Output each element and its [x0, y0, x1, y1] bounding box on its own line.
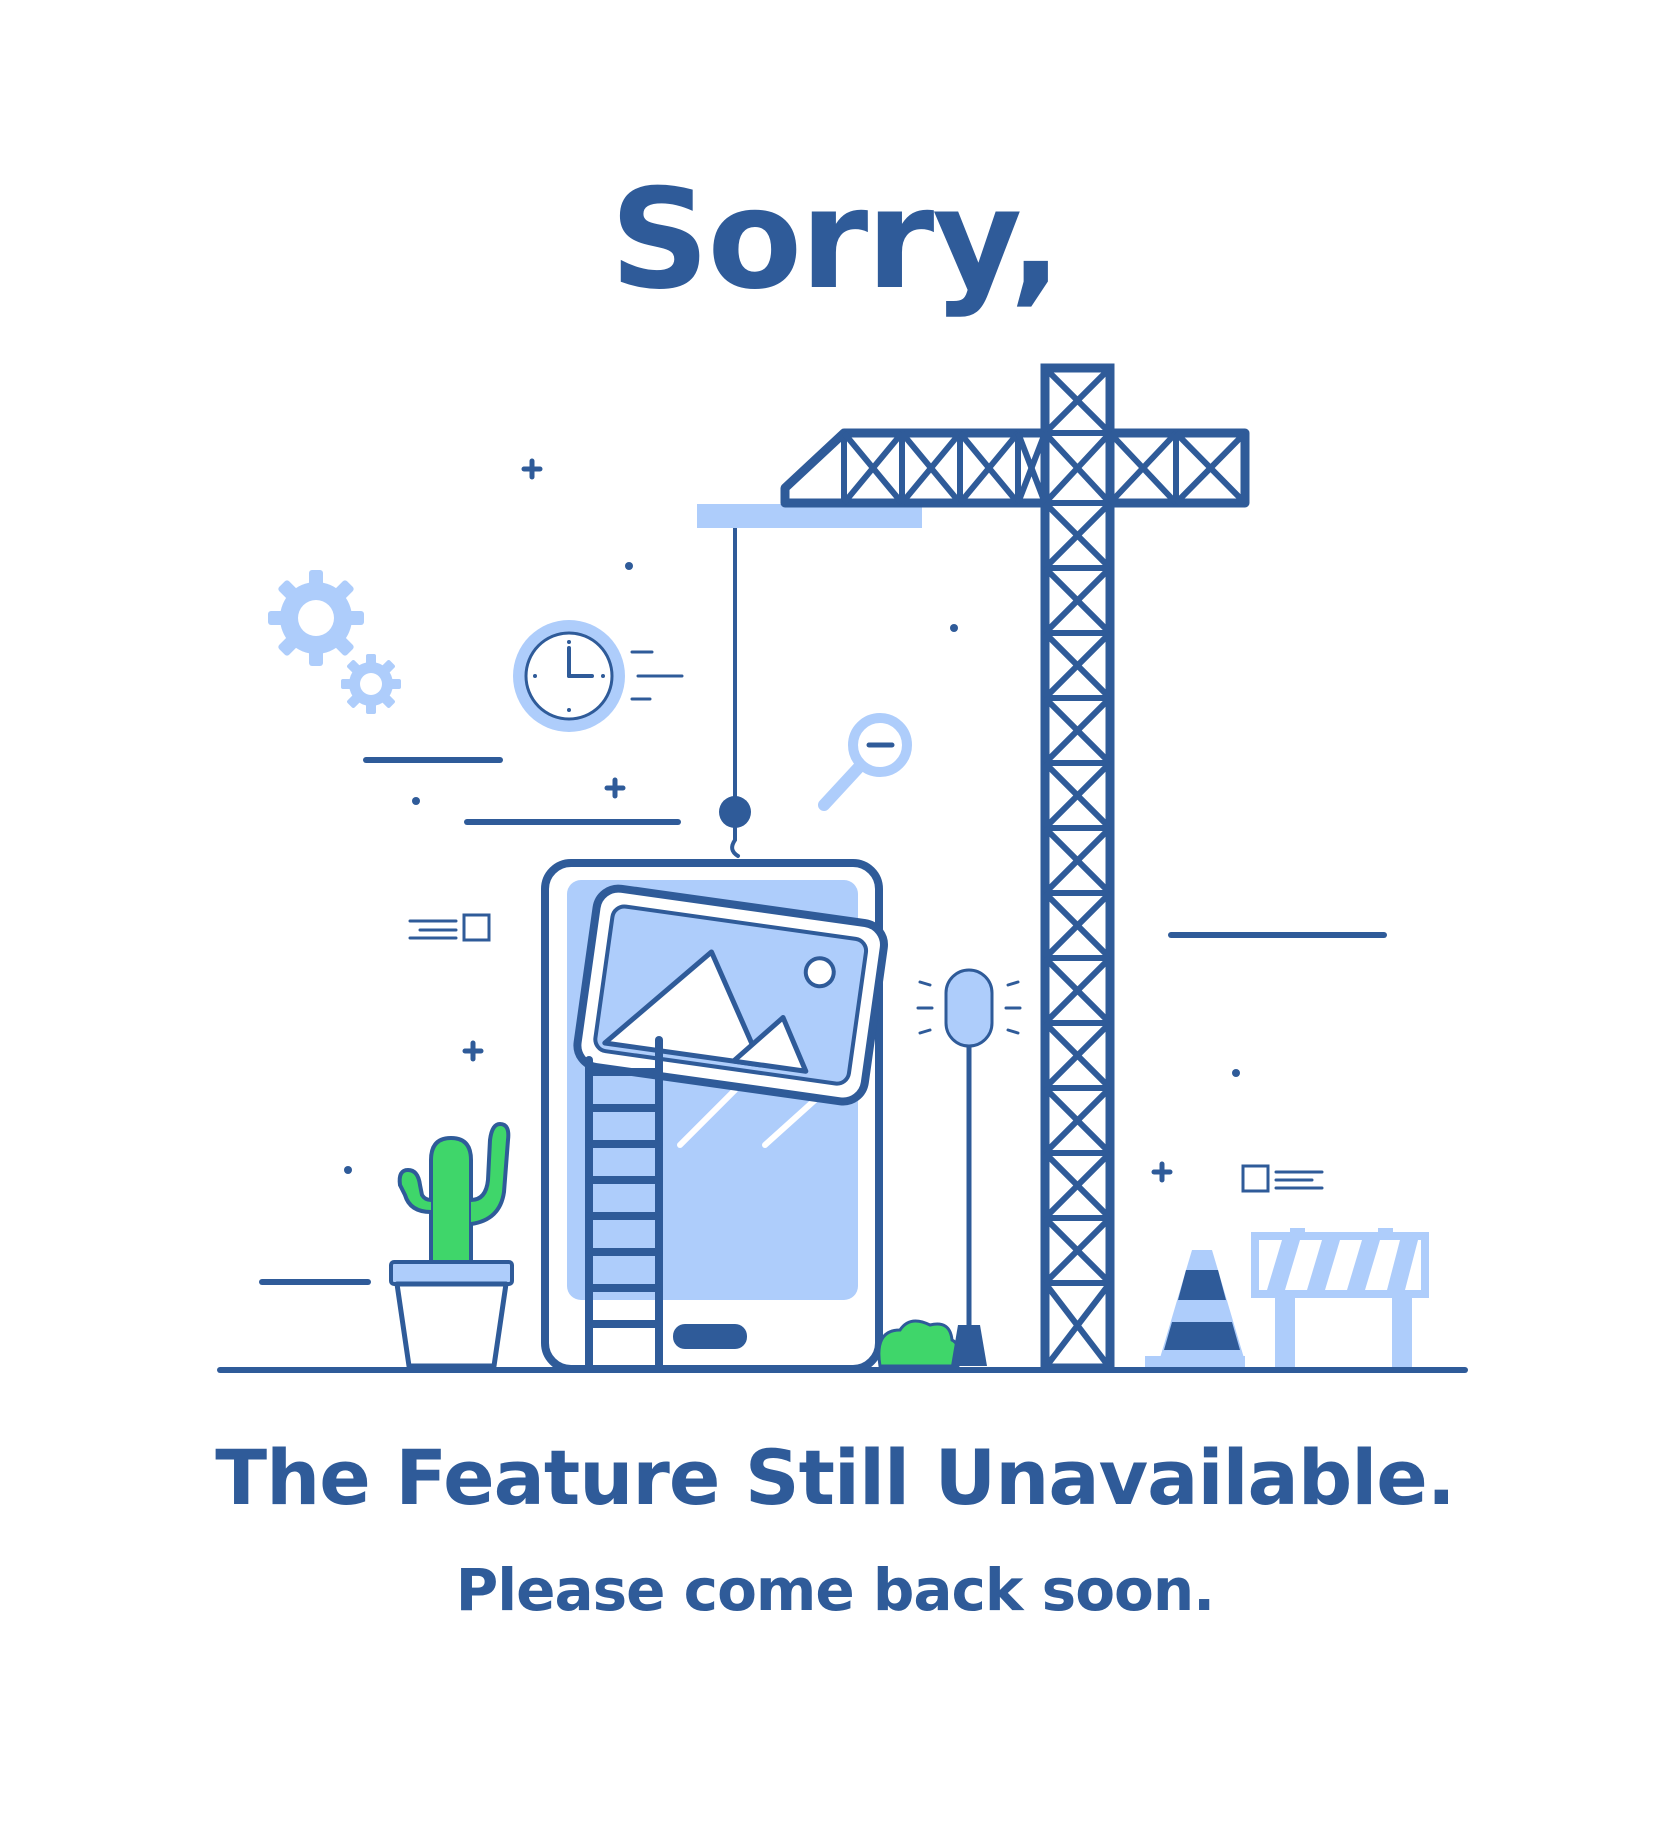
- unavailable-page: Sorry, The Feature Still Unavailable. Pl…: [0, 0, 1670, 1841]
- street-lamp-icon: [916, 968, 1022, 1366]
- gears-icon: [268, 570, 401, 714]
- come-back-message: Please come back soon.: [455, 1556, 1215, 1624]
- road-barrier-icon: [1251, 1228, 1429, 1368]
- clock-icon: [513, 620, 684, 732]
- traffic-cone-icon: [1145, 1250, 1245, 1368]
- unavailable-message: The Feature Still Unavailable.: [215, 1433, 1455, 1522]
- bush-icon: [877, 1319, 961, 1368]
- cactus-pot-icon: [389, 1121, 514, 1369]
- magnifier-icon: [818, 713, 912, 811]
